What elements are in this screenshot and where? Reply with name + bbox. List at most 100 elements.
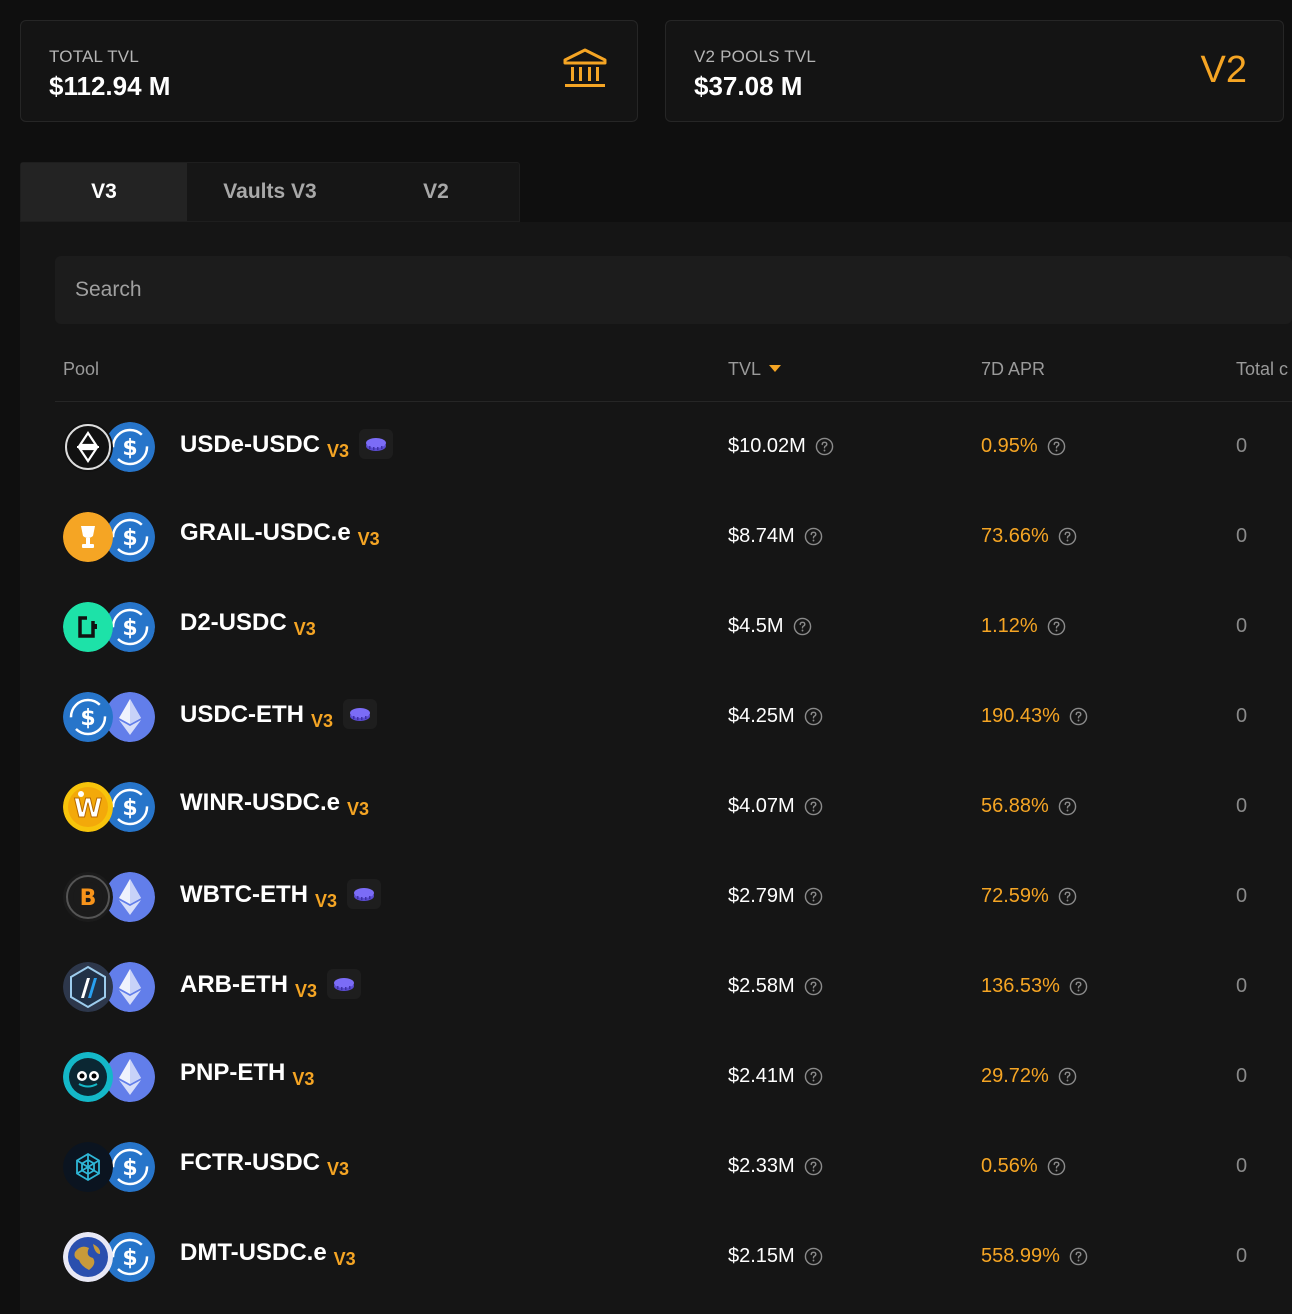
usdc-icon: $	[63, 692, 113, 742]
pool-row[interactable]: ARB-ETH V3 $2.58M 136.53% 0	[55, 942, 1292, 1032]
pool-name[interactable]: GRAIL-USDC.e V3	[180, 519, 380, 549]
v2-badge: V2	[1200, 49, 1247, 91]
total-value: 0	[1236, 975, 1248, 997]
coin-stack-icon	[343, 699, 378, 729]
tvl-value: $2.79M	[728, 885, 795, 907]
tab-v3[interactable]: V3	[21, 163, 187, 221]
token-pair: $	[63, 692, 159, 744]
token-pair: $	[63, 422, 159, 474]
header-pool[interactable]: Pool	[63, 359, 99, 380]
pool-name[interactable]: PNP-ETH V3	[180, 1059, 314, 1089]
help-icon[interactable]	[1058, 1067, 1077, 1086]
tvl-cell: $2.41M	[728, 1065, 823, 1088]
help-icon[interactable]	[804, 887, 823, 906]
tvl-value: $8.74M	[728, 525, 795, 547]
header-apr[interactable]: 7D APR	[981, 359, 1045, 380]
token-pair: $	[63, 512, 159, 564]
pool-row[interactable]: $ D2-USDC V3 $4.5M 1.12% 0	[55, 582, 1292, 672]
apr-cell: 0.56%	[981, 1155, 1066, 1178]
pool-row[interactable]: $ GRAIL-USDC.e V3 $8.74M 73.66% 0	[55, 492, 1292, 582]
help-icon[interactable]	[815, 437, 834, 456]
help-icon[interactable]	[1047, 437, 1066, 456]
token-pair: $	[63, 1142, 159, 1194]
total-value: 0	[1236, 1065, 1248, 1087]
total-value: 0	[1236, 525, 1248, 547]
version-tag: V3	[295, 981, 318, 1001]
pool-name[interactable]: FCTR-USDC V3	[180, 1149, 349, 1179]
apr-cell: 29.72%	[981, 1065, 1077, 1088]
svg-text:$: $	[122, 1246, 137, 1271]
pool-row[interactable]: $ USDe-USDC V3 $10.02M 0.95% 0	[55, 402, 1292, 492]
v2-tvl-card: V2 POOLS TVL $37.08 M V2	[665, 20, 1284, 122]
pool-row[interactable]: $ DMT-USDC.e V3 $2.15M 558.99% 0	[55, 1212, 1292, 1302]
tvl-cell: $4.07M	[728, 795, 823, 818]
apr-value: 56.88%	[981, 795, 1049, 817]
apr-cell: 558.99%	[981, 1245, 1088, 1268]
header-total[interactable]: Total c	[1236, 359, 1288, 380]
help-icon[interactable]	[1058, 887, 1077, 906]
version-tag: V3	[314, 891, 337, 911]
pool-name-label: USDC-ETH	[180, 701, 304, 728]
help-icon[interactable]	[804, 977, 823, 996]
apr-cell: 56.88%	[981, 795, 1077, 818]
help-icon[interactable]	[804, 1247, 823, 1266]
pool-row[interactable]: PNP-ETH V3 $2.41M 29.72% 0	[55, 1032, 1292, 1122]
apr-value: 0.56%	[981, 1155, 1038, 1177]
pool-name-label: GRAIL-USDC.e	[180, 519, 351, 546]
pool-name[interactable]: ARB-ETH V3	[180, 969, 362, 1001]
help-icon[interactable]	[804, 527, 823, 546]
tvl-value: $4.5M	[728, 615, 784, 637]
pool-name[interactable]: WBTC-ETH V3	[180, 879, 381, 911]
search-input[interactable]	[55, 256, 1292, 324]
help-icon[interactable]	[1058, 797, 1077, 816]
pool-row[interactable]: $ USDC-ETH V3 $4.25M 190.43% 0	[55, 672, 1292, 762]
apr-cell: 190.43%	[981, 705, 1088, 728]
help-icon[interactable]	[1047, 617, 1066, 636]
pool-row[interactable]: $ FCTR-USDC V3 $2.33M 0.56% 0	[55, 1122, 1292, 1212]
help-icon[interactable]	[1069, 1247, 1088, 1266]
pool-name[interactable]: USDC-ETH V3	[180, 699, 378, 731]
total-value: 0	[1236, 705, 1248, 727]
help-icon[interactable]	[804, 707, 823, 726]
help-icon[interactable]	[1058, 527, 1077, 546]
pool-name[interactable]: WINR-USDC.e V3	[180, 789, 369, 819]
svg-text:$: $	[122, 1156, 137, 1181]
help-icon[interactable]	[1069, 707, 1088, 726]
token-pair	[63, 962, 159, 1014]
search-box	[55, 256, 1292, 324]
pool-name-label: WBTC-ETH	[180, 881, 308, 908]
sort-desc-icon	[769, 364, 782, 372]
tvl-cell: $10.02M	[728, 435, 834, 458]
pools-panel: Pool TVL 7D APR Total c $ USDe-USDC V3 $…	[20, 222, 1292, 1314]
version-tag: V3	[311, 711, 334, 731]
help-icon[interactable]	[1047, 1157, 1066, 1176]
pool-name[interactable]: D2-USDC V3	[180, 609, 316, 639]
help-icon[interactable]	[804, 1067, 823, 1086]
pool-name[interactable]: DMT-USDC.e V3	[180, 1239, 356, 1269]
header-tvl[interactable]: TVL	[728, 359, 782, 380]
pool-name[interactable]: USDe-USDC V3	[180, 429, 394, 461]
help-icon[interactable]	[1069, 977, 1088, 996]
version-tag: V3	[327, 441, 350, 461]
apr-value: 0.95%	[981, 435, 1038, 457]
tab-vaults-v3[interactable]: Vaults V3	[187, 163, 353, 221]
tvl-cell: $8.74M	[728, 525, 823, 548]
tab-v2[interactable]: V2	[353, 163, 519, 221]
pool-name-label: D2-USDC	[180, 609, 287, 636]
help-icon[interactable]	[793, 617, 812, 636]
pool-row[interactable]: W $ WINR-USDC.e V3 $4.07M 56.88% 0	[55, 762, 1292, 852]
usde-icon	[63, 422, 113, 472]
version-tag: V3	[293, 619, 316, 639]
bank-icon	[563, 47, 607, 91]
winr-icon: W	[63, 782, 113, 832]
coin-stack-icon	[327, 969, 362, 999]
token-pair: $	[63, 602, 159, 654]
total-value: 0	[1236, 1245, 1248, 1267]
tvl-value: $2.33M	[728, 1155, 795, 1177]
tvl-value: $4.25M	[728, 705, 795, 727]
help-icon[interactable]	[804, 1157, 823, 1176]
pool-name-label: DMT-USDC.e	[180, 1239, 327, 1266]
help-icon[interactable]	[804, 797, 823, 816]
pool-row[interactable]: B WBTC-ETH V3 $2.79M 72.59% 0	[55, 852, 1292, 942]
tvl-value: $2.15M	[728, 1245, 795, 1267]
